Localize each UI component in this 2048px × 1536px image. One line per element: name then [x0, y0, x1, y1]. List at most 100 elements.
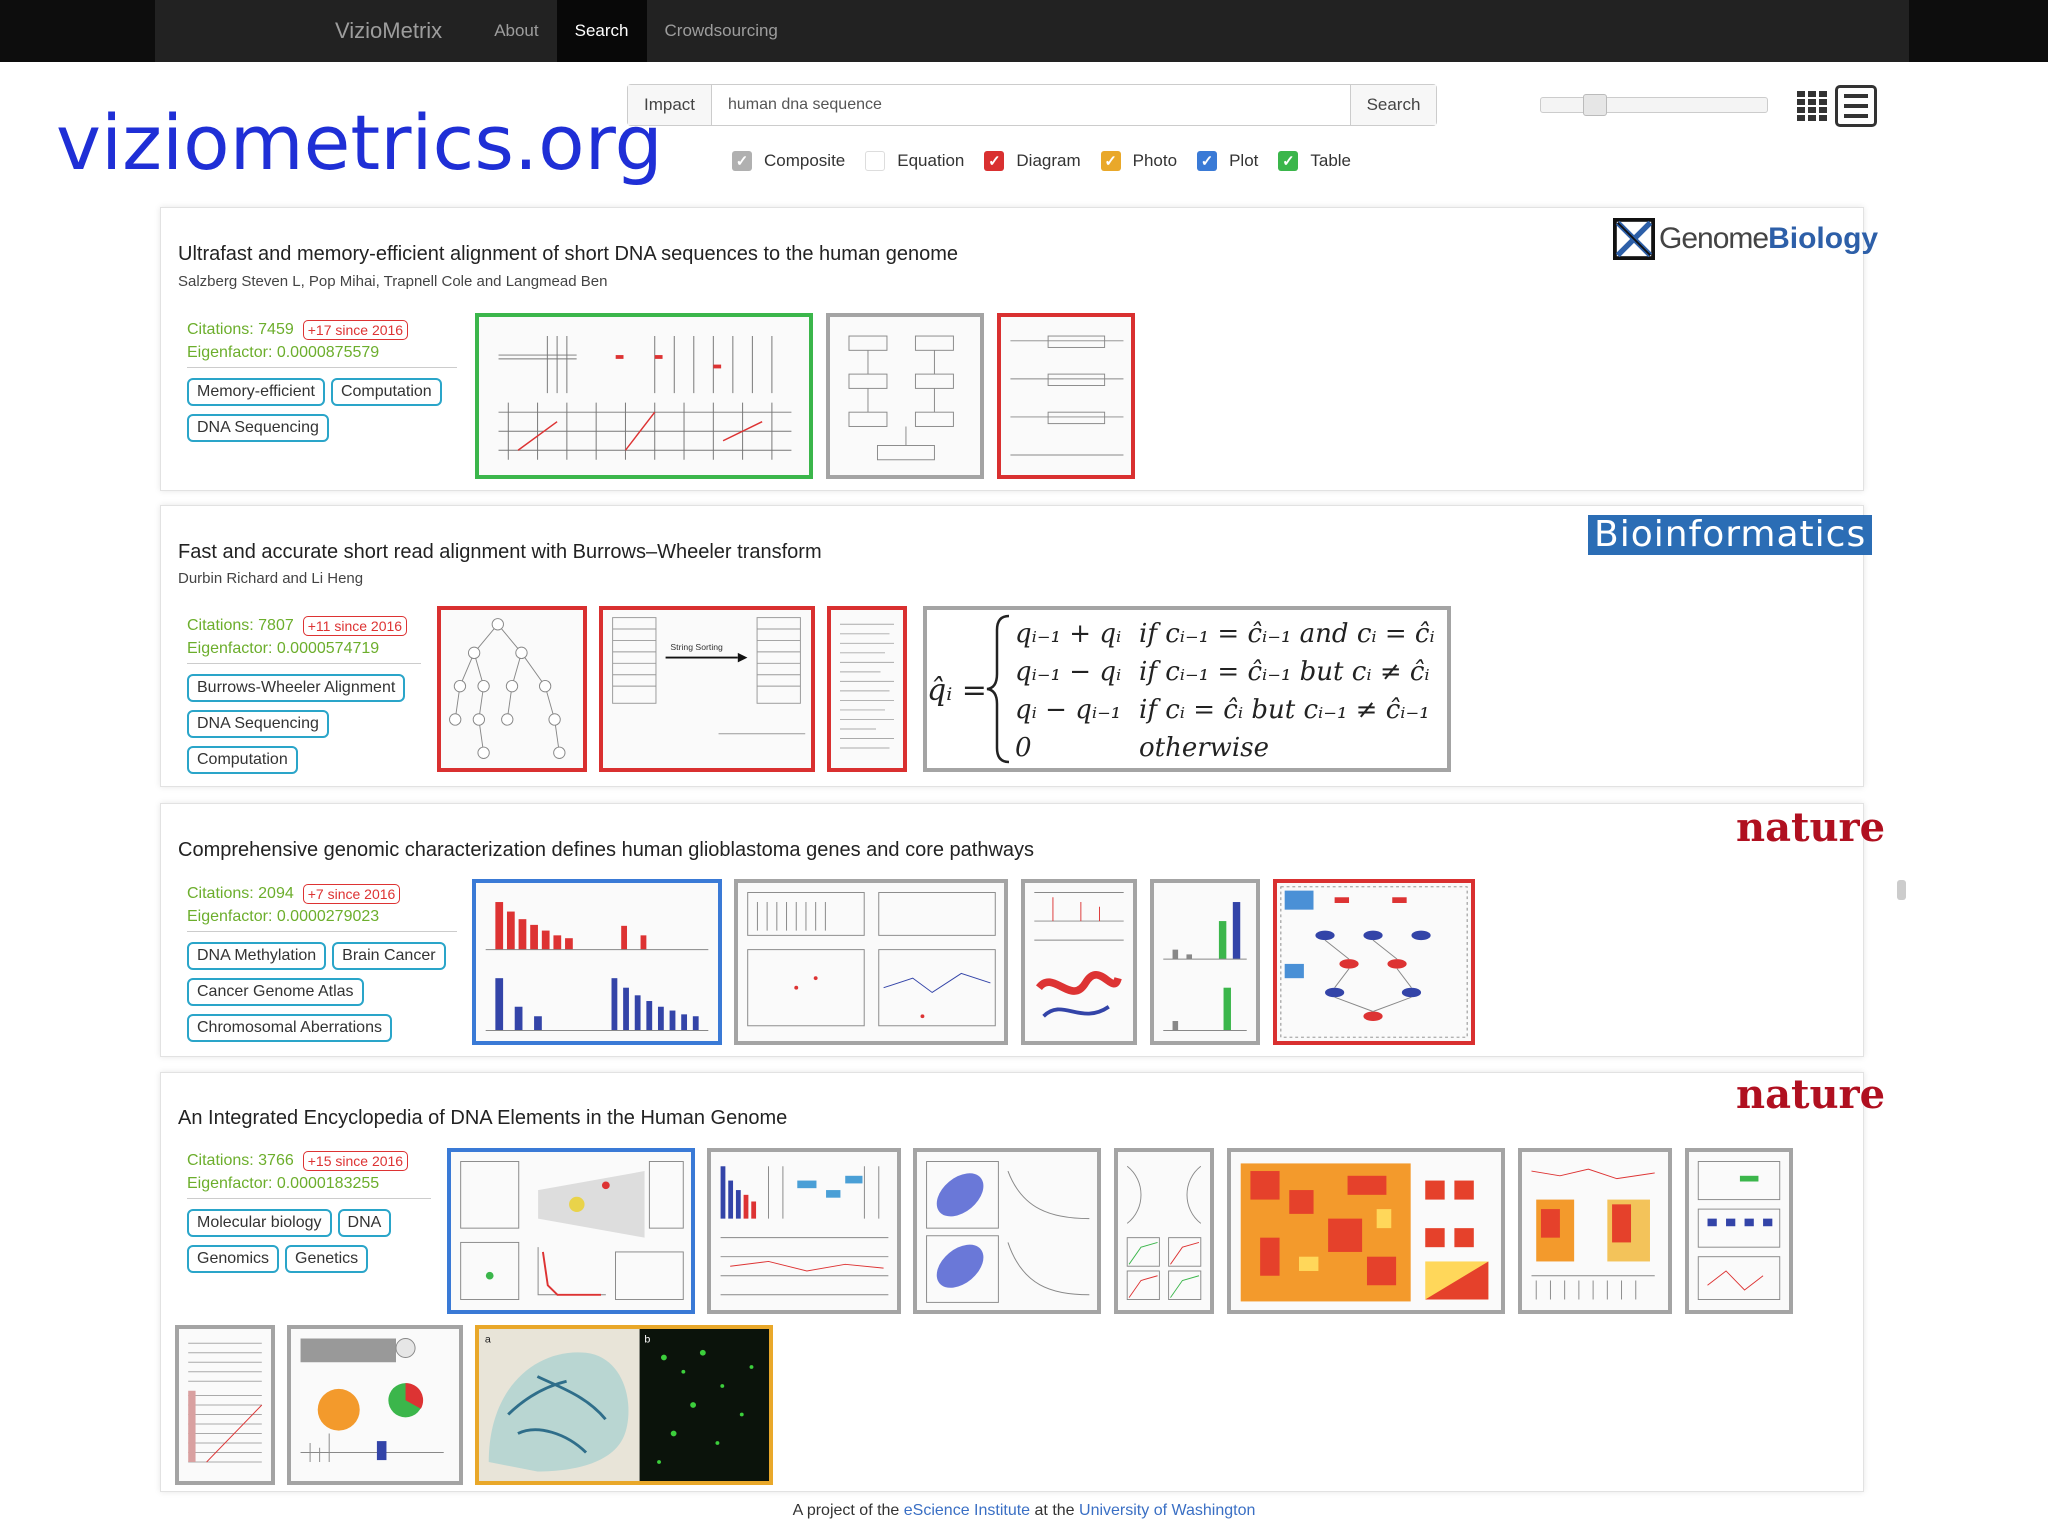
site-url-caption: viziometrics.org [56, 98, 663, 187]
uw-link[interactable]: University of Washington [1079, 1502, 1255, 1519]
svg-text:if cᵢ₋₁ = ĉᵢ₋₁ but cᵢ ≠ ĉᵢ: if cᵢ₋₁ = ĉᵢ₋₁ but cᵢ ≠ ĉᵢ [1139, 657, 1430, 687]
figure-thumbnail[interactable] [826, 313, 984, 479]
equation-checkbox[interactable] [865, 151, 886, 171]
paper-card: Ultrafast and memory-efficient alignment… [160, 207, 1878, 491]
svg-text:0: 0 [1015, 733, 1032, 763]
navbar: VizioMetrix About Search Crowdsourcing [155, 0, 1909, 62]
paper-card: Comprehensive genomic characterization d… [160, 803, 1885, 1057]
scrollbar-thumb[interactable] [1897, 880, 1906, 900]
svg-text:q̂ᵢ =: q̂ᵢ = [927, 673, 987, 708]
nav-about[interactable]: About [476, 0, 556, 62]
table-checkbox[interactable]: ✓ [1278, 151, 1299, 171]
composite-checkbox[interactable]: ✓ [732, 151, 752, 171]
keyword-tag[interactable]: Chromosomal Aberrations [187, 1014, 392, 1042]
paper-meta: Citations: 2094 +7 since 2016 Eigenfactor… [187, 882, 457, 1050]
figure-thumbnail[interactable] [287, 1325, 463, 1485]
keyword-tag[interactable]: DNA [337, 1209, 392, 1237]
brand-link[interactable]: VizioMetrix [335, 18, 442, 44]
equation-render: q̂ᵢ = qᵢ₋₁ + qᵢ if cᵢ₋₁ = ĉᵢ₋₁ and cᵢ = … [927, 614, 1435, 764]
figure-thumbnail[interactable] [437, 606, 587, 772]
paper-title[interactable]: Comprehensive genomic characterization d… [178, 839, 1034, 862]
figure-thumbnail[interactable] [1150, 879, 1260, 1045]
figure-thumbnail[interactable] [1021, 879, 1137, 1045]
svg-text:qᵢ₋₁ − qᵢ: qᵢ₋₁ − qᵢ [1015, 657, 1121, 687]
paper-card: An Integrated Encyclopedia of DNA Elemen… [160, 1071, 1885, 1492]
figure-thumbnail[interactable] [1518, 1148, 1672, 1314]
figure-thumbnail[interactable] [1685, 1148, 1793, 1314]
escience-link[interactable]: eScience Institute [904, 1502, 1030, 1519]
citation-count: Citations: 3766 [187, 1152, 294, 1169]
keyword-tag[interactable]: Memory-efficient [187, 378, 325, 406]
figure-thumbnail[interactable]: a b [475, 1325, 773, 1485]
figure-thumbnail[interactable] [1227, 1148, 1505, 1314]
eigenfactor: Eigenfactor: 0.0000574719 [187, 638, 421, 664]
keyword-tag[interactable]: Genetics [285, 1245, 369, 1273]
svg-text:otherwise: otherwise [1139, 733, 1269, 763]
citation-count: Citations: 7807 [187, 617, 294, 634]
figure-thumbnail[interactable] [175, 1325, 275, 1485]
figure-thumbnail[interactable] [734, 879, 1008, 1045]
citation-count: Citations: 2094 [187, 885, 294, 902]
grid-view-icon[interactable] [1797, 91, 1827, 121]
filter-table[interactable]: ✓ Table [1278, 151, 1351, 171]
impact-sort-button[interactable]: Impact [628, 85, 712, 125]
journal-logo-bioinformatics: Bioinformatics [1588, 515, 1873, 555]
filter-composite[interactable]: ✓ Composite [732, 151, 845, 171]
keyword-tag[interactable]: DNA Sequencing [187, 414, 329, 442]
paper-meta: Citations: 3766 +15 since 2016 Eigenfacto… [187, 1149, 447, 1281]
paper-title[interactable]: Ultrafast and memory-efficient alignment… [178, 243, 958, 266]
footer: A project of the eScience Institute at t… [792, 1502, 1256, 1519]
since-badge: +7 since 2016 [302, 884, 401, 904]
paper-title[interactable]: An Integrated Encyclopedia of DNA Elemen… [178, 1107, 787, 1130]
figure-thumbnail[interactable] [475, 313, 813, 479]
filter-photo[interactable]: ✓ Photo [1100, 151, 1177, 171]
thumbnail-size-slider[interactable] [1540, 94, 1768, 116]
eigenfactor: Eigenfactor: 0.0000279023 [187, 906, 457, 932]
journal-logo-nature: nature [1736, 804, 1886, 851]
figure-thumbnail[interactable] [997, 313, 1135, 479]
keyword-tag[interactable]: DNA Methylation [187, 942, 327, 970]
keyword-tag[interactable]: Computation [187, 746, 298, 774]
filter-equation[interactable]: Equation [865, 151, 964, 171]
figure-thumbnail[interactable] [913, 1148, 1101, 1314]
filter-diagram[interactable]: ✓ Diagram [984, 151, 1081, 171]
filter-plot[interactable]: ✓ Plot [1197, 151, 1258, 171]
keyword-tag[interactable]: Genomics [187, 1245, 280, 1273]
paper-authors: Durbin Richard and Li Heng [178, 570, 364, 587]
since-badge: +11 since 2016 [302, 616, 408, 636]
figure-thumbnail[interactable] [1273, 879, 1475, 1045]
svg-text:if cᵢ = ĉᵢ but cᵢ₋₁ ≠ ĉᵢ₋₁: if cᵢ = ĉᵢ but cᵢ₋₁ ≠ ĉᵢ₋₁ [1139, 695, 1430, 725]
plot-checkbox[interactable]: ✓ [1197, 151, 1218, 171]
panel-label-a: a [485, 1333, 491, 1345]
nav-crowdsourcing[interactable]: Crowdsourcing [647, 0, 796, 62]
since-badge: +17 since 2016 [302, 320, 409, 340]
paper-card: Fast and accurate short read alignment w… [160, 505, 1873, 787]
equation-thumbnail[interactable]: q̂ᵢ = qᵢ₋₁ + qᵢ if cᵢ₋₁ = ĉᵢ₋₁ and cᵢ = … [923, 606, 1451, 772]
figure-thumbnail[interactable] [1114, 1148, 1214, 1314]
diagram-checkbox[interactable]: ✓ [984, 151, 1005, 171]
panel-label-b: b [644, 1333, 650, 1345]
figure-thumbnail[interactable] [827, 606, 907, 772]
figure-thumbnail[interactable] [447, 1148, 695, 1314]
keyword-tag[interactable]: Molecular biology [187, 1209, 332, 1237]
nav-search[interactable]: Search [556, 0, 647, 62]
figure-thumbnail[interactable]: String Sorting [599, 606, 815, 772]
slider-thumb[interactable] [1583, 94, 1607, 116]
keyword-tag[interactable]: Computation [330, 378, 442, 406]
keyword-tag[interactable]: Cancer Genome Atlas [187, 978, 364, 1006]
paper-meta: Citations: 7807 +11 since 2016 Eigenfacto… [187, 614, 447, 782]
keyword-tag[interactable]: Brain Cancer [332, 942, 446, 970]
list-view-icon[interactable] [1835, 85, 1877, 127]
paper-authors: Salzberg Steven L, Pop Mihai, Trapnell C… [178, 273, 608, 290]
figure-thumbnail[interactable] [707, 1148, 901, 1314]
journal-logo-genome-biology: Genome Biology [1613, 218, 1878, 260]
search-button[interactable]: Search [1350, 85, 1436, 125]
figure-thumbnail[interactable] [472, 879, 722, 1045]
photo-checkbox[interactable]: ✓ [1100, 151, 1121, 171]
svg-text:qᵢ − qᵢ₋₁: qᵢ − qᵢ₋₁ [1015, 695, 1121, 725]
keyword-tag[interactable]: Burrows-Wheeler Alignment [187, 674, 406, 702]
keyword-tag[interactable]: DNA Sequencing [187, 710, 329, 738]
eigenfactor: Eigenfactor: 0.0000183255 [187, 1173, 431, 1199]
paper-title[interactable]: Fast and accurate short read alignment w… [178, 541, 822, 564]
search-input[interactable] [712, 85, 1350, 125]
